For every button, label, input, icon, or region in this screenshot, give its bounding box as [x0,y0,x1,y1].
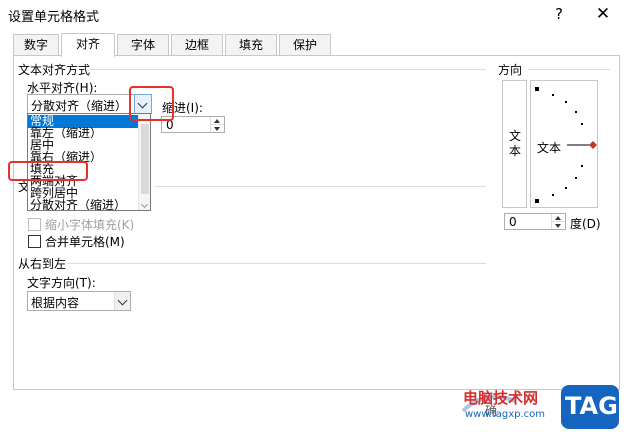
rtl-group-label: 从右到左 [18,255,67,272]
scrollbar-thumb[interactable] [141,124,149,194]
watermark-badge: TAG [565,392,618,420]
orientation-group-label: 方向 [498,61,523,78]
tab-fill[interactable]: 填充 [225,34,277,56]
degree-label: 度(D) [570,217,601,231]
vertical-text-label: 文本 [508,129,521,158]
orientation-dial[interactable]: 文本 [530,80,598,208]
help-button[interactable]: ? [548,3,570,25]
vertical-text-button[interactable]: 文本 [502,80,527,208]
degree-stepper[interactable]: 0 [504,213,566,230]
chevron-down-icon [135,95,151,113]
horizontal-align-list: 常规 靠左（缩进） 居中 靠右（缩进） 填充 两端对齐 跨列居中 分散对齐（缩进… [27,113,151,211]
spin-up-icon[interactable] [211,117,224,125]
dialog-title: 设置单元格格式 [8,10,100,25]
shrink-to-fit-label: 缩小字体填充(K) [45,218,135,232]
list-scrollbar[interactable] [138,114,150,210]
tab-alignment[interactable]: 对齐 [61,33,115,57]
divider [88,69,486,70]
tab-font[interactable]: 字体 [117,34,169,56]
title-bar: 设置单元格格式 ? ✕ [0,0,628,30]
spin-up-icon[interactable] [552,214,565,222]
text-direction-label: 文字方向(T): [27,276,96,290]
watermark-url: www.tagxp.com [465,409,545,420]
spin-down-icon[interactable] [552,222,565,230]
divider [68,263,486,264]
chevron-down-icon [114,292,130,310]
tab-protection[interactable]: 保护 [279,34,331,56]
alignment-group-label: 文本对齐方式 [18,61,91,78]
horizontal-align-value: 分散对齐（缩进） [31,99,128,113]
list-item-distributed[interactable]: 分散对齐（缩进） [28,199,138,211]
orientation-text-label: 文本 [537,141,562,155]
watermark-logo: 电脑技术网 www.tagxp.com TAG [455,383,625,432]
scroll-down-icon[interactable] [140,200,149,209]
text-direction-select[interactable]: 根据内容 [27,291,131,311]
indent-value: 0 [166,118,174,132]
divider [528,69,610,70]
shrink-to-fit-checkbox[interactable] [28,218,41,231]
divider [155,186,486,187]
merge-cells-label: 合并单元格(M) [45,235,125,249]
indent-stepper[interactable]: 0 [161,116,225,133]
close-button[interactable]: ✕ [592,3,614,25]
text-direction-value: 根据内容 [31,296,80,310]
tab-number[interactable]: 数字 [13,34,59,56]
horizontal-align-dropdown-button[interactable] [134,94,152,114]
spin-down-icon[interactable] [211,125,224,133]
indent-label: 缩进(I): [162,101,203,115]
merge-cells-checkbox[interactable] [28,235,41,248]
degree-value: 0 [509,215,517,229]
tab-border[interactable]: 边框 [171,34,223,56]
watermark-site-name: 电脑技术网 [463,389,539,407]
